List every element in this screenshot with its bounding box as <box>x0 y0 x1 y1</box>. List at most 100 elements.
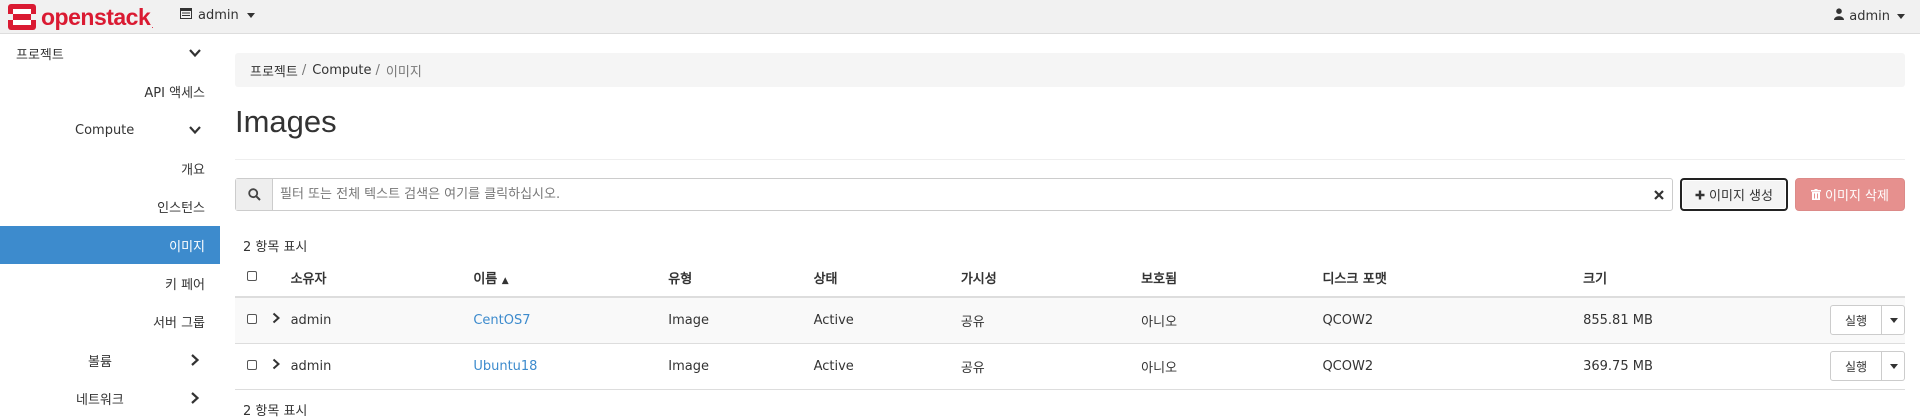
sidebar-item-label: 키 페어 <box>164 277 205 293</box>
expander-header <box>270 258 291 298</box>
cell-type: Image <box>668 297 814 344</box>
column-header-owner[interactable]: 소유자 <box>290 258 474 298</box>
table-header-row: 소유자 이름 ▲ 유형 상태 가시성 보호됨 디스크 포맷 크기 <box>235 258 1905 298</box>
create-image-label: 이미지 생성 <box>1709 189 1773 204</box>
breadcrumb-item-current: 이미지 <box>385 64 422 80</box>
cell-disk-format: QCOW2 <box>1322 343 1584 390</box>
chevron-down-icon <box>189 126 201 135</box>
brand-mark: . <box>151 21 154 30</box>
more-actions-button[interactable] <box>1882 351 1905 381</box>
openstack-logo-icon <box>8 4 36 30</box>
chevron-right-icon[interactable] <box>271 312 281 324</box>
project-icon <box>180 8 192 23</box>
row-expander-cell <box>270 297 291 344</box>
clear-search-icon[interactable] <box>1646 179 1672 210</box>
column-header-status[interactable]: 상태 <box>813 258 961 298</box>
sidebar-item-server-groups[interactable]: 서버 그룹 <box>0 302 220 340</box>
row-select-cell <box>235 297 271 344</box>
openstack-logo[interactable]: openstack . <box>8 4 154 30</box>
row-expander-cell <box>270 343 291 390</box>
sidebar-item-api-access[interactable]: API 액세스 <box>0 72 220 110</box>
cell-type: Image <box>668 343 814 390</box>
sidebar-item-overview[interactable]: 개요 <box>0 149 220 187</box>
cell-actions: 실행 <box>1785 343 1905 390</box>
sidebar-item-label: 프로젝트 <box>16 47 64 63</box>
column-header-type[interactable]: 유형 <box>668 258 814 298</box>
cell-size: 369.75 MB <box>1583 343 1786 390</box>
sidebar-item-label: 네트워크 <box>76 392 124 408</box>
row-checkbox[interactable] <box>247 359 257 370</box>
page-title: Images <box>235 104 337 139</box>
chevron-down-icon <box>1897 13 1905 19</box>
breadcrumb-item-project[interactable]: 프로젝트 <box>250 61 298 80</box>
sidebar-item-label: 이미지 <box>169 239 205 255</box>
breadcrumb-item-compute[interactable]: Compute <box>312 63 371 78</box>
chevron-down-icon <box>1890 363 1898 369</box>
breadcrumb: 프로젝트 / Compute / 이미지 <box>235 53 1905 87</box>
chevron-down-icon <box>246 13 255 18</box>
sidebar-item-label: 볼륨 <box>88 354 112 370</box>
cell-status: Active <box>813 297 961 344</box>
cell-protected: 아니오 <box>1141 297 1323 344</box>
top-navbar: openstack . admin admin <box>0 0 1920 34</box>
row-select-cell <box>235 343 271 390</box>
item-count-bottom: 2 항목 표시 <box>243 404 308 419</box>
user-menu[interactable]: admin <box>1834 8 1905 24</box>
image-name-link[interactable]: CentOS7 <box>473 313 530 328</box>
search-input[interactable] <box>273 179 1646 210</box>
trash-icon <box>1811 189 1822 200</box>
row-actions: 실행 <box>1830 305 1905 336</box>
cell-status: Active <box>813 343 961 390</box>
chevron-down-icon <box>189 49 201 58</box>
row-checkbox[interactable] <box>247 313 257 324</box>
column-header-protected[interactable]: 보호됨 <box>1141 258 1323 298</box>
user-name: admin <box>1849 8 1890 24</box>
table-row: admin CentOS7 Image Active 공유 아니오 QCOW2 … <box>235 297 1905 344</box>
plus-icon <box>1695 190 1705 199</box>
create-image-button[interactable]: 이미지 생성 <box>1680 178 1788 211</box>
chevron-right-icon <box>191 354 200 366</box>
sidebar-item-network[interactable]: 네트워크 <box>0 379 220 417</box>
sidebar-item-volumes[interactable]: 볼륨 <box>0 341 220 379</box>
sidebar-item-label: API 액세스 <box>144 85 205 101</box>
sidebar-item-images[interactable]: 이미지 <box>0 226 220 264</box>
chevron-right-icon[interactable] <box>271 358 281 370</box>
project-selector[interactable]: admin <box>180 8 255 23</box>
sidebar-item-instances[interactable]: 인스턴스 <box>0 187 220 225</box>
images-table: 소유자 이름 ▲ 유형 상태 가시성 보호됨 디스크 포맷 크기 admin C… <box>235 258 1905 390</box>
sidebar-item-project[interactable]: 프로젝트 <box>0 34 220 72</box>
sidebar-item-key-pairs[interactable]: 키 페어 <box>0 264 220 302</box>
cell-visibility: 공유 <box>960 297 1142 344</box>
project-name: admin <box>198 8 239 23</box>
sidebar: 프로젝트 API 액세스 Compute 개요 인스턴스 이미지 키 페어 서버… <box>0 34 220 417</box>
column-header-name[interactable]: 이름 ▲ <box>473 258 669 298</box>
sidebar-item-label: 인스턴스 <box>157 200 205 216</box>
cell-visibility: 공유 <box>960 343 1142 390</box>
delete-images-label: 이미지 삭제 <box>1825 189 1889 204</box>
column-header-visibility[interactable]: 가시성 <box>960 258 1142 298</box>
cell-owner: admin <box>290 343 474 390</box>
cell-owner: admin <box>290 297 474 344</box>
image-name-link[interactable]: Ubuntu18 <box>473 359 537 374</box>
more-actions-button[interactable] <box>1882 305 1905 336</box>
cell-actions: 실행 <box>1785 297 1905 344</box>
divider <box>235 159 1905 160</box>
row-actions: 실행 <box>1830 351 1905 381</box>
search-icon <box>236 179 273 210</box>
launch-button[interactable]: 실행 <box>1830 351 1882 381</box>
chevron-right-icon <box>191 392 200 404</box>
breadcrumb-separator: / <box>301 62 307 78</box>
select-all-cell <box>235 258 271 298</box>
launch-button[interactable]: 실행 <box>1830 305 1882 336</box>
sidebar-item-compute[interactable]: Compute <box>0 111 220 149</box>
column-header-size[interactable]: 크기 <box>1583 258 1786 298</box>
cell-size: 855.81 MB <box>1583 297 1786 344</box>
column-header-disk-format[interactable]: 디스크 포맷 <box>1322 258 1584 298</box>
sort-ascending-icon: ▲ <box>501 275 509 286</box>
cell-disk-format: QCOW2 <box>1322 297 1584 344</box>
user-icon <box>1834 8 1845 24</box>
sidebar-item-label: 개요 <box>181 162 205 178</box>
delete-images-button[interactable]: 이미지 삭제 <box>1795 178 1905 211</box>
sidebar-item-label: 서버 그룹 <box>153 315 205 331</box>
select-all-checkbox[interactable] <box>247 270 257 281</box>
